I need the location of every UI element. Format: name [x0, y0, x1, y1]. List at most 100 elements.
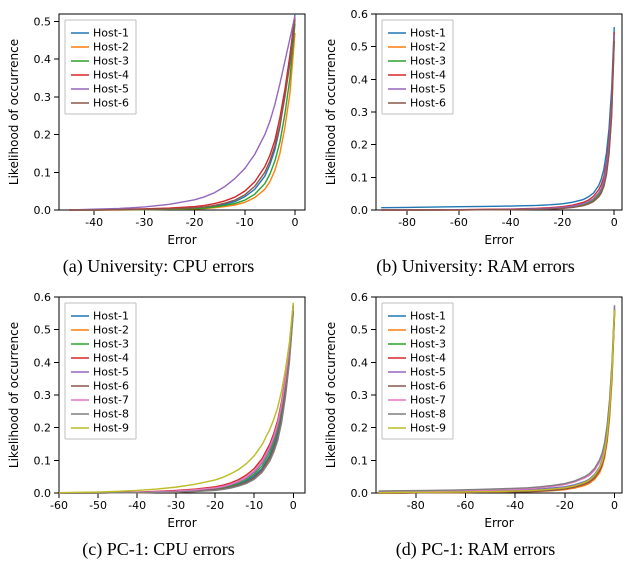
subplot-d-plot: -80 -60 -40 -20 0 0.0 0.1 0.2 0.3 0.4 0.5 0.6 Error L…: [321, 287, 630, 535]
svg-text:0.0: 0.0: [34, 487, 52, 500]
svg-text:Host-4: Host-4: [410, 69, 446, 82]
svg-text:Host-6: Host-6: [410, 380, 446, 393]
svg-text:Host-1: Host-1: [93, 27, 129, 40]
svg-text:Host-3: Host-3: [410, 338, 446, 351]
svg-text:Host-8: Host-8: [410, 408, 446, 421]
svg-text:Host-3: Host-3: [93, 55, 129, 68]
svg-text:-40: -40: [506, 499, 524, 512]
svg-text:-40: -40: [128, 499, 146, 512]
svg-text:0: 0: [611, 216, 618, 229]
svg-text:Host-2: Host-2: [410, 41, 446, 54]
svg-text:0.1: 0.1: [34, 166, 52, 179]
svg-text:0.4: 0.4: [34, 53, 52, 66]
svg-text:Host-4: Host-4: [410, 352, 446, 365]
subplot-c-svg: -60-50-40-30-20-1000.00.10.20.30.40.50.6…: [4, 287, 313, 535]
svg-text:Host-1: Host-1: [410, 310, 446, 323]
svg-text:Host-6: Host-6: [93, 97, 129, 110]
subplot-d-caption: (d) PC-1: RAM errors: [396, 539, 556, 560]
subplot-b-cell: -80 -60 -40 -20 0 0.0 0.1 0.2 0.3 0.4 0.5 0.6 Error L…: [317, 0, 634, 283]
subplot-grid: -40 -30 -20 -10 0 0.0 0.1 0.2 0.3 0.4 0.5 Error Like…: [0, 0, 634, 566]
svg-text:0.2: 0.2: [34, 129, 52, 142]
svg-text:0.3: 0.3: [351, 389, 369, 402]
svg-text:0.4: 0.4: [34, 356, 52, 369]
svg-text:0.2: 0.2: [351, 139, 369, 152]
svg-text:Host-4: Host-4: [93, 352, 129, 365]
svg-text:0: 0: [290, 499, 297, 512]
svg-text:-20: -20: [553, 216, 571, 229]
svg-text:Host-2: Host-2: [93, 41, 129, 54]
svg-text:Host-2: Host-2: [410, 324, 446, 337]
subplot-b-plot: -80 -60 -40 -20 0 0.0 0.1 0.2 0.3 0.4 0.5 0.6 Error L…: [321, 4, 630, 252]
subplot-a-caption: (a) University: CPU errors: [63, 256, 254, 277]
svg-text:0.3: 0.3: [351, 106, 369, 119]
svg-text:-40: -40: [502, 216, 520, 229]
svg-text:Host-9: Host-9: [410, 422, 446, 435]
svg-text:0.0: 0.0: [34, 204, 52, 217]
svg-text:Host-1: Host-1: [93, 310, 129, 323]
svg-text:-30: -30: [135, 216, 153, 229]
subplot-a-plot: -40-30-20-1000.00.10.20.30.40.5ErrorLike…: [4, 4, 313, 252]
svg-text:-10: -10: [236, 216, 254, 229]
svg-text:Likelihood of occurrence: Likelihood of occurrence: [324, 39, 338, 185]
svg-text:Likelihood of occurrence: Likelihood of occurrence: [324, 322, 338, 468]
svg-text:0.5: 0.5: [34, 16, 52, 29]
svg-text:0.0: 0.0: [351, 487, 369, 500]
svg-text:Error: Error: [167, 233, 196, 247]
svg-text:0.1: 0.1: [34, 454, 52, 467]
svg-text:Host-5: Host-5: [93, 366, 129, 379]
svg-text:-50: -50: [89, 499, 107, 512]
subplot-a-cell: -40-30-20-1000.00.10.20.30.40.5ErrorLike…: [0, 0, 317, 283]
svg-text:0.0: 0.0: [351, 204, 369, 217]
svg-text:Error: Error: [484, 516, 513, 530]
svg-text:Error: Error: [167, 516, 196, 530]
svg-text:0.5: 0.5: [351, 324, 369, 337]
svg-text:0.3: 0.3: [34, 91, 52, 104]
subplot-d-cell: -80 -60 -40 -20 0 0.0 0.1 0.2 0.3 0.4 0.5 0.6 Error L…: [317, 283, 634, 566]
svg-text:Host-5: Host-5: [93, 83, 129, 96]
svg-text:Host-5: Host-5: [410, 83, 446, 96]
svg-text:Host-3: Host-3: [93, 338, 129, 351]
svg-text:0.2: 0.2: [34, 422, 52, 435]
svg-text:-20: -20: [206, 499, 224, 512]
svg-text:-80: -80: [398, 216, 416, 229]
svg-text:Host-2: Host-2: [93, 324, 129, 337]
svg-text:0: 0: [611, 499, 618, 512]
svg-text:-60: -60: [456, 499, 474, 512]
subplot-b-svg: -80 -60 -40 -20 0 0.0 0.1 0.2 0.3 0.4 0.5 0.6 Error L…: [321, 4, 630, 252]
svg-text:0.4: 0.4: [351, 73, 369, 86]
svg-text:Host-1: Host-1: [410, 27, 446, 40]
svg-text:-20: -20: [556, 499, 574, 512]
svg-text:Likelihood of occurrence: Likelihood of occurrence: [7, 322, 21, 468]
svg-text:Host-4: Host-4: [93, 69, 129, 82]
svg-text:0.6: 0.6: [34, 291, 52, 304]
svg-text:0.6: 0.6: [351, 8, 369, 21]
figure-panel: -40 -30 -20 -10 0 0.0 0.1 0.2 0.3 0.4 0.5 Error Like…: [0, 0, 634, 566]
svg-text:Error: Error: [484, 233, 513, 247]
svg-text:-20: -20: [186, 216, 204, 229]
svg-text:0.6: 0.6: [351, 291, 369, 304]
svg-text:-40: -40: [85, 216, 103, 229]
svg-text:Host-3: Host-3: [410, 55, 446, 68]
svg-text:-60: -60: [450, 216, 468, 229]
subplot-c-plot: -60-50-40-30-20-1000.00.10.20.30.40.50.6…: [4, 287, 313, 535]
svg-text:Host-7: Host-7: [410, 394, 446, 407]
svg-text:Host-8: Host-8: [93, 408, 129, 421]
svg-text:0.4: 0.4: [351, 356, 369, 369]
subplot-a-svg: -40-30-20-1000.00.10.20.30.40.5ErrorLike…: [4, 4, 313, 252]
subplot-c-cell: -60-50-40-30-20-1000.00.10.20.30.40.50.6…: [0, 283, 317, 566]
svg-text:Host-6: Host-6: [410, 97, 446, 110]
svg-text:0.3: 0.3: [34, 389, 52, 402]
svg-text:0.5: 0.5: [351, 41, 369, 54]
svg-text:0.5: 0.5: [34, 324, 52, 337]
svg-text:-80: -80: [407, 499, 425, 512]
svg-text:0.1: 0.1: [351, 454, 369, 467]
svg-text:0.2: 0.2: [351, 422, 369, 435]
subplot-b-caption: (b) University: RAM errors: [376, 256, 574, 277]
svg-text:-10: -10: [245, 499, 263, 512]
subplot-c-caption: (c) PC-1: CPU errors: [82, 539, 234, 560]
svg-text:Host-6: Host-6: [93, 380, 129, 393]
svg-text:-30: -30: [167, 499, 185, 512]
svg-text:Likelihood of occurrence: Likelihood of occurrence: [7, 39, 21, 185]
subplot-d-svg: -80 -60 -40 -20 0 0.0 0.1 0.2 0.3 0.4 0.5 0.6 Error L…: [321, 287, 630, 535]
svg-text:0.1: 0.1: [351, 171, 369, 184]
